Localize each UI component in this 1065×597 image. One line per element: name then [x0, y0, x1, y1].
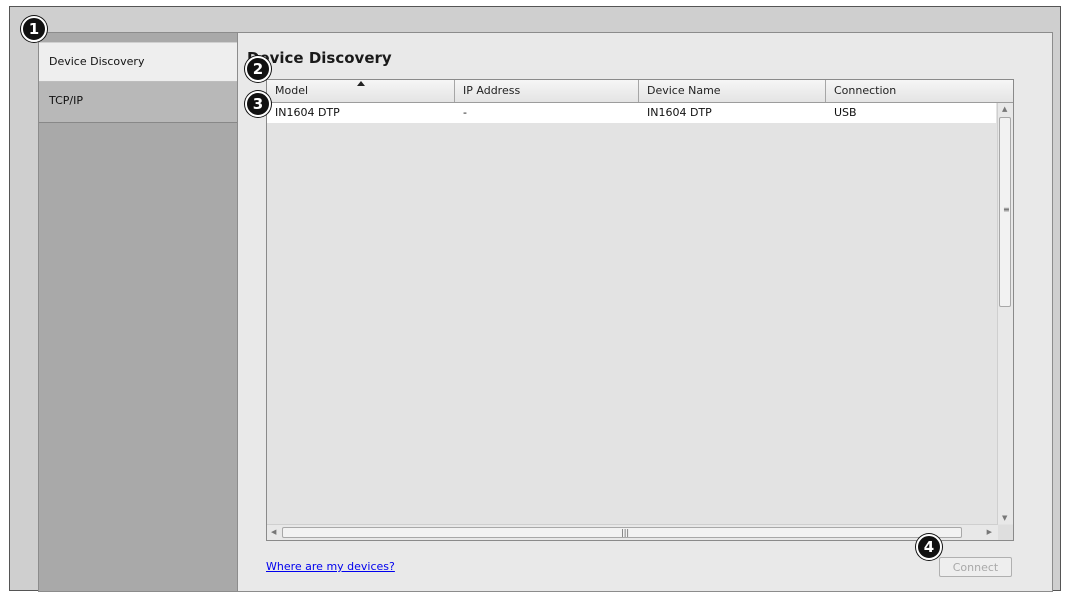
connect-button[interactable]: Connect: [939, 557, 1012, 577]
cell-model: IN1604 DTP: [275, 106, 340, 119]
sidebar-item-device-discovery[interactable]: Device Discovery: [39, 42, 237, 82]
sidebar-item-label: TCP/IP: [49, 94, 83, 107]
callout-badge-2: 2: [245, 56, 271, 82]
callout-badge-3: 3: [245, 91, 271, 117]
callout-badge-4: 4: [916, 534, 942, 560]
column-header-ip-address[interactable]: IP Address: [455, 80, 639, 102]
horizontal-scroll-thumb[interactable]: |||: [282, 527, 962, 538]
column-header-label: Model: [275, 84, 309, 97]
callout-badge-1: 1: [21, 16, 47, 42]
sidebar: Device Discovery TCP/IP: [39, 33, 238, 591]
grip-icon: ≡: [1003, 205, 1010, 214]
column-header-label: Device Name: [647, 84, 721, 97]
vertical-scrollbar[interactable]: ▲ ≡ ▼: [997, 103, 1013, 524]
main-panel: Device Discovery TCP/IP Device Discovery…: [38, 32, 1053, 592]
scroll-right-icon[interactable]: ▶: [987, 528, 992, 536]
scroll-left-icon[interactable]: ◀: [271, 528, 276, 536]
cell-device-name: IN1604 DTP: [647, 106, 712, 119]
column-header-device-name[interactable]: Device Name: [639, 80, 826, 102]
scroll-up-icon[interactable]: ▲: [1002, 105, 1007, 113]
cell-connection: USB: [834, 106, 857, 119]
column-header-label: IP Address: [463, 84, 521, 97]
application-window: Device Discovery TCP/IP Device Discovery…: [9, 6, 1061, 592]
column-header-label: Connection: [834, 84, 897, 97]
scroll-down-icon[interactable]: ▼: [1002, 514, 1007, 522]
cell-ip-address: -: [463, 106, 467, 119]
grip-icon: |||: [621, 528, 630, 537]
table-row[interactable]: IN1604 DTP - IN1604 DTP USB: [267, 103, 996, 123]
sidebar-item-tcp-ip[interactable]: TCP/IP: [39, 82, 237, 123]
column-header-model[interactable]: Model: [267, 80, 455, 102]
vertical-scroll-thumb[interactable]: ≡: [999, 117, 1011, 307]
horizontal-scrollbar[interactable]: ◀ ||| ▶: [267, 524, 998, 540]
scrollbar-corner: [998, 525, 1013, 540]
table-header: Model IP Address Device Name Connection: [267, 80, 1013, 103]
sidebar-item-label: Device Discovery: [49, 55, 145, 68]
where-are-my-devices-link[interactable]: Where are my devices?: [266, 560, 395, 573]
sort-ascending-icon: [357, 81, 365, 86]
column-header-connection[interactable]: Connection: [826, 80, 1013, 102]
device-table: Model IP Address Device Name Connection …: [266, 79, 1014, 541]
